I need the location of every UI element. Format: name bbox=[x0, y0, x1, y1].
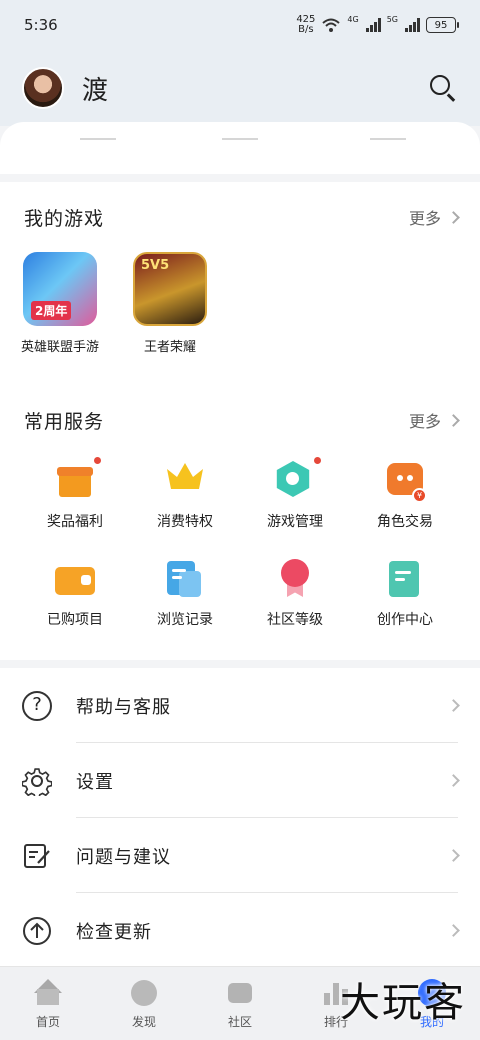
feedback-icon bbox=[22, 841, 52, 871]
wifi-icon bbox=[322, 18, 341, 32]
service-label: 游戏管理 bbox=[267, 514, 323, 530]
search-button[interactable] bbox=[428, 73, 458, 103]
status-indicators: 425 B/s 4G 5G 95 bbox=[296, 15, 459, 35]
nav-label: 社区 bbox=[227, 1015, 252, 1029]
create-pen-icon bbox=[385, 559, 425, 599]
services-more-link[interactable]: 更多 bbox=[408, 408, 460, 432]
menu-item-label: 设置 bbox=[76, 771, 114, 793]
trade-chat-icon: ¥ bbox=[385, 461, 427, 503]
signal-1-label: 4G bbox=[347, 15, 359, 24]
nav-discover[interactable]: 发现 bbox=[96, 967, 192, 1040]
my-games-more-label: 更多 bbox=[408, 209, 441, 228]
stats-card-item bbox=[222, 132, 258, 140]
notification-dot bbox=[94, 457, 101, 464]
service-purchased[interactable]: 已购项目 bbox=[20, 553, 130, 629]
service-rewards[interactable]: 奖品福利 bbox=[20, 455, 130, 531]
search-icon-handle bbox=[447, 93, 456, 102]
lol-mobile-icon: 2周年 bbox=[23, 252, 97, 326]
menu-item-feedback[interactable]: 问题与建议 bbox=[0, 818, 480, 893]
status-bar: 5:36 425 B/s 4G 5G 95 bbox=[0, 0, 480, 50]
services-grid: 奖品福利 消费特权 游戏管理 ¥ 角色交易 已购项目 浏览记录 社区等级 创作中… bbox=[0, 455, 480, 629]
game-item-lol[interactable]: 2周年 英雄联盟手游 bbox=[14, 252, 106, 355]
service-label: 奖品福利 bbox=[47, 514, 103, 530]
gift-icon bbox=[55, 457, 101, 501]
my-games-list: 2周年 英雄联盟手游 5V5 王者荣耀 bbox=[0, 252, 480, 355]
my-games-more-link[interactable]: 更多 bbox=[408, 205, 460, 229]
game-badge: 2周年 bbox=[31, 301, 72, 320]
stats-card bbox=[0, 122, 480, 174]
signal-2-icon bbox=[405, 18, 420, 32]
service-label: 创作中心 bbox=[377, 612, 433, 628]
nav-community[interactable]: 社区 bbox=[192, 967, 288, 1040]
signal-1-icon bbox=[365, 18, 381, 32]
service-history[interactable]: 浏览记录 bbox=[130, 553, 240, 629]
game-badge: 5V5 bbox=[141, 258, 170, 273]
stats-card-item bbox=[80, 132, 116, 140]
watermark: 大玩客 bbox=[340, 980, 466, 1026]
update-icon bbox=[22, 916, 52, 946]
menu-item-label: 帮助与客服 bbox=[76, 696, 171, 718]
menu-item-label: 问题与建议 bbox=[76, 846, 171, 868]
service-creator-center[interactable]: 创作中心 bbox=[350, 553, 460, 629]
nav-home[interactable]: 首页 bbox=[0, 967, 96, 1040]
menu-item-label: 检查更新 bbox=[76, 921, 152, 943]
my-games-header: 我的游戏 更多 bbox=[0, 182, 480, 252]
battery-icon: 95 bbox=[426, 17, 459, 33]
games-services-section: 我的游戏 更多 2周年 英雄联盟手游 5V5 王者荣耀 常用服务 更多 奖品福利… bbox=[0, 182, 480, 660]
bottom-nav: 首页 发现 社区 排行 我的 大玩客 bbox=[0, 966, 480, 1040]
game-name: 英雄联盟手游 bbox=[20, 340, 99, 355]
game-name: 王者荣耀 bbox=[143, 340, 196, 355]
menu-item-help[interactable]: ? 帮助与客服 bbox=[0, 668, 480, 743]
crown-icon bbox=[165, 461, 205, 501]
menu-item-check-update[interactable]: 检查更新 bbox=[0, 893, 480, 968]
nav-label: 首页 bbox=[35, 1015, 60, 1029]
medal-icon bbox=[275, 559, 315, 599]
service-label: 消费特权 bbox=[157, 514, 213, 530]
service-privileges[interactable]: 消费特权 bbox=[130, 455, 240, 531]
chevron-right-icon bbox=[447, 413, 460, 427]
chevron-right-icon bbox=[447, 210, 460, 224]
menu-item-settings[interactable]: 设置 bbox=[0, 743, 480, 818]
network-speed-unit: B/s bbox=[298, 24, 314, 35]
service-label: 已购项目 bbox=[47, 612, 103, 628]
gear-icon bbox=[21, 766, 53, 799]
service-role-trade[interactable]: ¥ 角色交易 bbox=[350, 455, 460, 531]
services-more-label: 更多 bbox=[408, 412, 441, 431]
discover-icon bbox=[130, 979, 158, 1007]
services-title: 常用服务 bbox=[24, 410, 105, 433]
service-label: 角色交易 bbox=[377, 514, 433, 530]
settings-list: ? 帮助与客服 设置 问题与建议 检查更新 bbox=[0, 668, 480, 968]
avatar[interactable] bbox=[22, 67, 64, 109]
honor-of-kings-icon: 5V5 bbox=[133, 252, 207, 326]
help-icon: ? bbox=[22, 690, 52, 721]
history-doc-icon bbox=[165, 559, 205, 599]
services-header: 常用服务 更多 bbox=[0, 385, 480, 455]
network-speed: 425 B/s bbox=[296, 15, 315, 35]
stats-card-item bbox=[370, 132, 406, 140]
service-game-manage[interactable]: 游戏管理 bbox=[240, 455, 350, 531]
wallet-icon bbox=[55, 559, 95, 599]
chevron-right-icon bbox=[447, 774, 460, 787]
chevron-right-icon bbox=[447, 849, 460, 862]
nav-label: 发现 bbox=[131, 1015, 156, 1029]
search-icon bbox=[430, 75, 450, 95]
community-icon bbox=[226, 979, 254, 1007]
service-community-level[interactable]: 社区等级 bbox=[240, 553, 350, 629]
username[interactable]: 渡 bbox=[82, 70, 108, 107]
service-label: 社区等级 bbox=[267, 612, 323, 628]
home-icon bbox=[34, 979, 62, 1007]
battery-level: 95 bbox=[434, 19, 448, 31]
chevron-right-icon bbox=[447, 924, 460, 937]
chevron-right-icon bbox=[447, 699, 460, 712]
my-games-title: 我的游戏 bbox=[24, 207, 105, 230]
profile-header: 渡 bbox=[0, 50, 480, 126]
notification-dot bbox=[314, 457, 321, 464]
game-item-honor-of-kings[interactable]: 5V5 王者荣耀 bbox=[124, 252, 216, 355]
signal-2-label: 5G bbox=[386, 15, 398, 24]
game-manage-icon bbox=[275, 457, 321, 501]
service-label: 浏览记录 bbox=[157, 612, 213, 628]
status-time: 5:36 bbox=[24, 16, 58, 34]
